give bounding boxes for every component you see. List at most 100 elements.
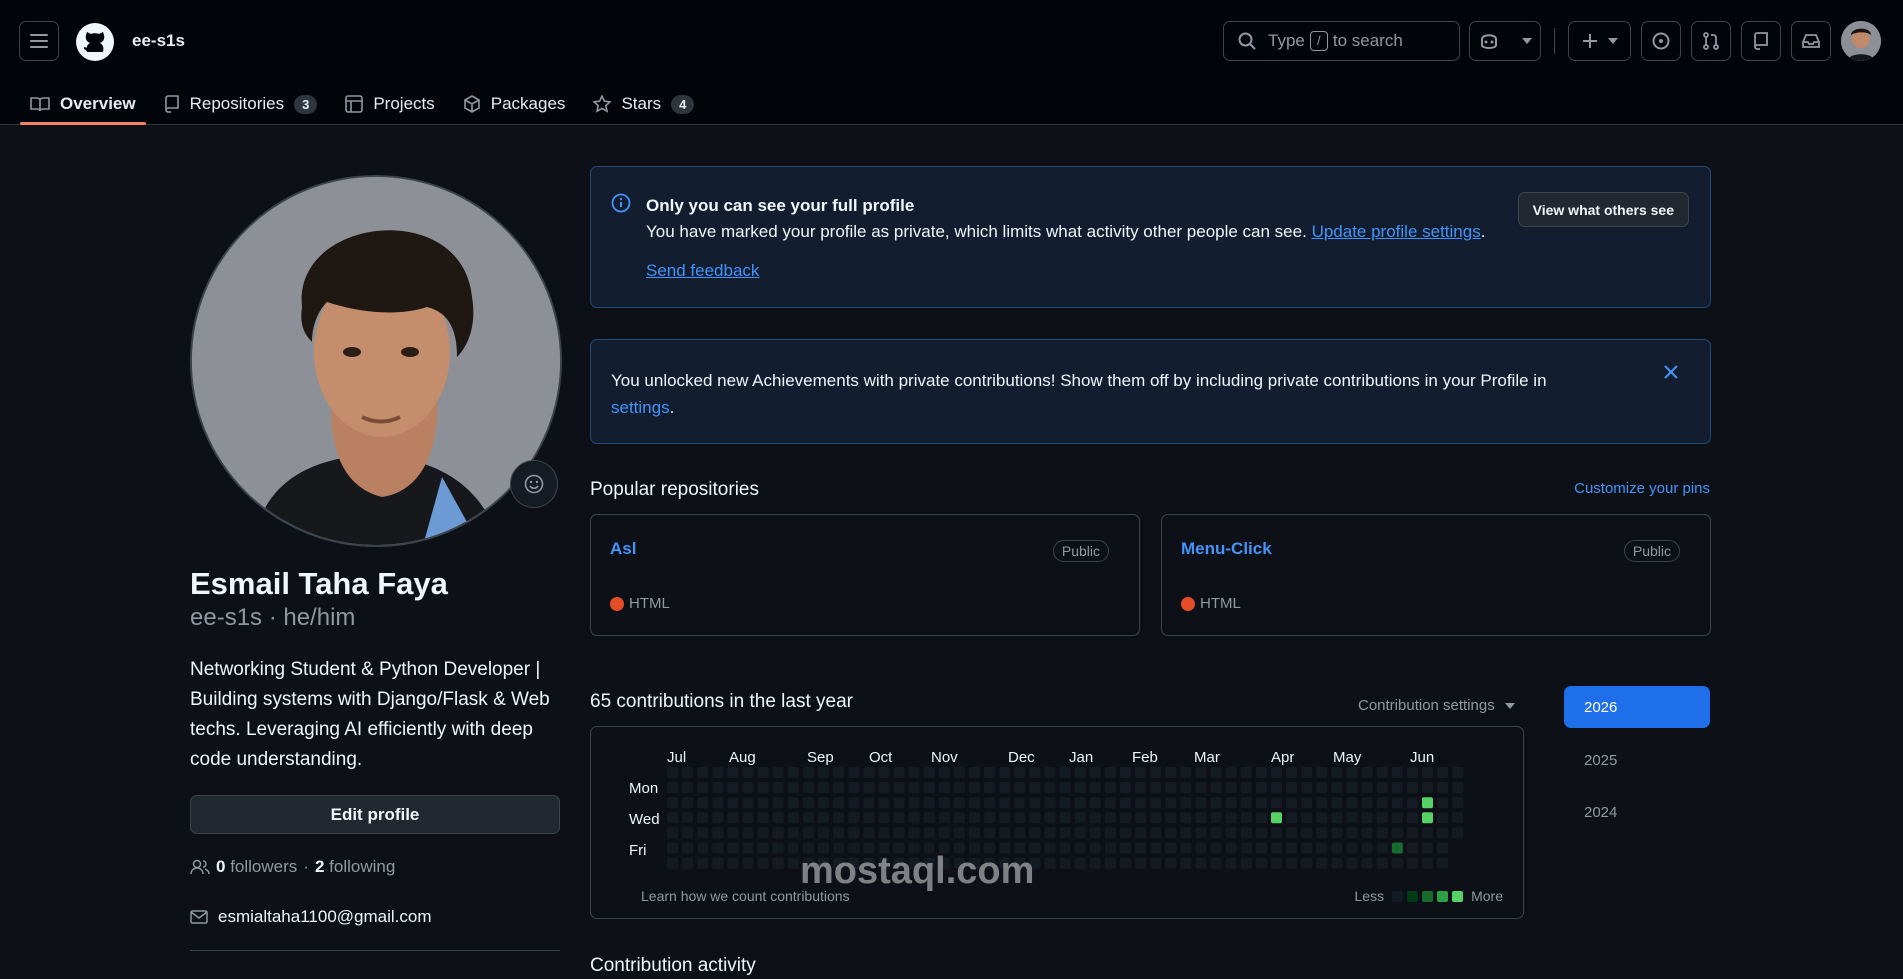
contribution-cell[interactable] xyxy=(1255,797,1267,809)
contribution-cell[interactable] xyxy=(772,827,784,839)
contribution-cell[interactable] xyxy=(742,857,754,869)
contribution-cell[interactable] xyxy=(1255,782,1267,794)
contribution-cell[interactable] xyxy=(1391,827,1403,839)
contribution-cell[interactable] xyxy=(1422,797,1433,809)
contribution-cell[interactable] xyxy=(1391,812,1403,824)
contribution-cell[interactable] xyxy=(1376,782,1388,794)
contribution-cell[interactable] xyxy=(1406,797,1418,809)
contribution-cell[interactable] xyxy=(1437,857,1449,869)
contribution-cell[interactable] xyxy=(969,782,980,794)
contribution-cell[interactable] xyxy=(1150,857,1162,869)
contribution-cell[interactable] xyxy=(1286,857,1298,869)
contribution-cell[interactable] xyxy=(667,842,678,854)
contribution-cell[interactable] xyxy=(697,782,709,794)
contribution-cell[interactable] xyxy=(697,857,709,869)
contribution-cell[interactable] xyxy=(1104,797,1116,809)
contribution-cell[interactable] xyxy=(1331,812,1343,824)
contribution-cell[interactable] xyxy=(1240,812,1252,824)
contribution-cell[interactable] xyxy=(1029,797,1041,809)
contribution-cell[interactable] xyxy=(908,767,920,778)
contribution-cell[interactable] xyxy=(757,767,769,778)
contribution-cell[interactable] xyxy=(697,827,709,839)
contribution-cell[interactable] xyxy=(938,782,950,794)
contribution-cell[interactable] xyxy=(1029,827,1041,839)
profile-avatar[interactable] xyxy=(190,175,562,547)
contribution-cell[interactable] xyxy=(1331,767,1343,778)
contribution-cell[interactable] xyxy=(1210,812,1222,824)
contribution-cell[interactable] xyxy=(1014,767,1026,778)
contribution-cell[interactable] xyxy=(1255,827,1267,839)
contribution-cell[interactable] xyxy=(1180,857,1192,869)
customize-pins-link[interactable]: Customize your pins xyxy=(1574,480,1710,497)
contribution-cell[interactable] xyxy=(938,812,950,824)
contribution-cell[interactable] xyxy=(1120,782,1131,794)
contribution-cell[interactable] xyxy=(1104,782,1116,794)
tab-repositories[interactable]: Repositories 3 xyxy=(154,84,328,124)
contribution-cell[interactable] xyxy=(863,797,875,809)
contribution-cell[interactable] xyxy=(727,857,739,869)
contribution-cell[interactable] xyxy=(802,827,814,839)
contribution-cell[interactable] xyxy=(1165,827,1177,839)
contribution-cell[interactable] xyxy=(682,797,694,809)
contribution-cell[interactable] xyxy=(1089,842,1101,854)
contribution-cell[interactable] xyxy=(1225,782,1237,794)
contribution-cell[interactable] xyxy=(908,782,920,794)
contribution-cell[interactable] xyxy=(1271,782,1282,794)
issues-button[interactable] xyxy=(1641,21,1681,61)
contribution-cell[interactable] xyxy=(742,782,754,794)
repositories-button[interactable] xyxy=(1741,21,1781,61)
contribution-cell[interactable] xyxy=(1301,857,1313,869)
contribution-cell[interactable] xyxy=(938,767,950,778)
contribution-cell[interactable] xyxy=(1120,827,1131,839)
contribution-cell[interactable] xyxy=(1029,812,1041,824)
contribution-cell[interactable] xyxy=(1331,782,1343,794)
contribution-cell[interactable] xyxy=(1135,797,1147,809)
contribution-cell[interactable] xyxy=(1135,767,1147,778)
contribution-cell[interactable] xyxy=(999,767,1011,778)
contribution-cell[interactable] xyxy=(1422,827,1433,839)
contribution-cell[interactable] xyxy=(953,782,965,794)
contribution-cell[interactable] xyxy=(1437,782,1449,794)
contribution-cell[interactable] xyxy=(1301,782,1313,794)
contribution-cell[interactable] xyxy=(1406,827,1418,839)
contribution-cell[interactable] xyxy=(1286,782,1298,794)
contribution-cell[interactable] xyxy=(1376,767,1388,778)
contribution-cell[interactable] xyxy=(1271,842,1282,854)
contribution-cell[interactable] xyxy=(667,857,678,869)
contribution-cell[interactable] xyxy=(1301,827,1313,839)
contribution-cell[interactable] xyxy=(893,767,905,778)
contribution-cell[interactable] xyxy=(1406,842,1418,854)
contribution-cell[interactable] xyxy=(1150,827,1162,839)
contribution-cell[interactable] xyxy=(1044,767,1056,778)
contribution-cell[interactable] xyxy=(969,767,980,778)
contribution-cell[interactable] xyxy=(833,782,845,794)
contribution-cell[interactable] xyxy=(893,782,905,794)
contribution-cell[interactable] xyxy=(1059,857,1071,869)
contribution-cell[interactable] xyxy=(1437,827,1449,839)
contribution-cell[interactable] xyxy=(1195,857,1207,869)
contribution-cell[interactable] xyxy=(1014,827,1026,839)
tab-stars[interactable]: Stars 4 xyxy=(583,84,704,124)
contribution-cell[interactable] xyxy=(742,797,754,809)
copilot-button[interactable] xyxy=(1469,21,1541,61)
contribution-cell[interactable] xyxy=(1014,812,1026,824)
contribution-cell[interactable] xyxy=(1376,797,1388,809)
contribution-cell[interactable] xyxy=(848,812,860,824)
contribution-cell[interactable] xyxy=(1391,767,1403,778)
contribution-cell[interactable] xyxy=(772,797,784,809)
contribution-cell[interactable] xyxy=(999,797,1011,809)
contribution-cell[interactable] xyxy=(1059,797,1071,809)
contribution-cell[interactable] xyxy=(1255,857,1267,869)
contribution-cell[interactable] xyxy=(742,767,754,778)
contribution-cell[interactable] xyxy=(923,797,935,809)
contribution-cell[interactable] xyxy=(1225,812,1237,824)
repo-name-link[interactable]: Asl xyxy=(610,539,636,559)
contribution-cell[interactable] xyxy=(1104,827,1116,839)
contribution-cell[interactable] xyxy=(1452,797,1464,809)
contribution-cell[interactable] xyxy=(1150,842,1162,854)
contribution-cell[interactable] xyxy=(999,827,1011,839)
contribution-cell[interactable] xyxy=(1286,812,1298,824)
contribution-cell[interactable] xyxy=(1029,782,1041,794)
contribution-cell[interactable] xyxy=(1240,782,1252,794)
contribution-cell[interactable] xyxy=(893,797,905,809)
